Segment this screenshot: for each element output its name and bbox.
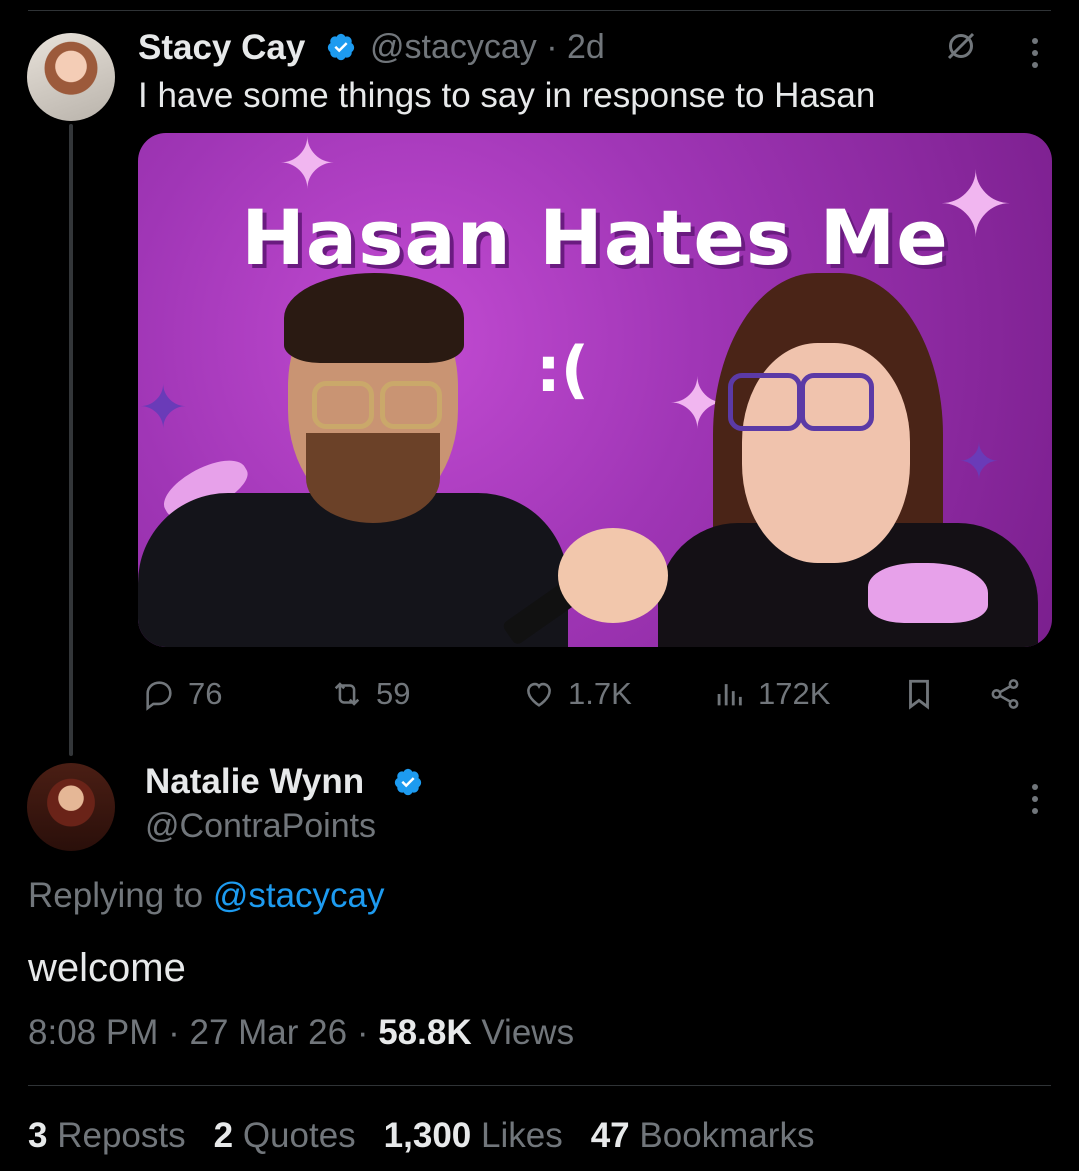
more-options-icon[interactable]: [1031, 38, 1039, 72]
top-divider: [28, 10, 1051, 11]
stats-divider: [28, 1085, 1051, 1086]
like-button[interactable]: 1.7K: [522, 674, 632, 714]
glasses: [380, 381, 442, 429]
author-name[interactable]: Stacy Cay: [138, 28, 305, 68]
likes-label: Likes: [481, 1116, 563, 1155]
timestamp[interactable]: 2d: [567, 28, 605, 66]
likes-stat[interactable]: 1,300 Likes: [384, 1116, 563, 1156]
separator-dot: ·: [546, 28, 558, 66]
reply-icon: [146, 681, 172, 711]
repost-button[interactable]: 59: [330, 674, 410, 714]
reposts-stat[interactable]: 3 Reposts: [28, 1116, 186, 1156]
quotes-stat[interactable]: 2 Quotes: [214, 1116, 356, 1156]
handle-text: @stacycay: [370, 28, 537, 66]
views-button[interactable]: 172K: [712, 674, 830, 714]
replying-prefix: Replying to: [28, 876, 213, 915]
view-count: 172K: [758, 676, 831, 711]
views-label: Views: [481, 1013, 575, 1052]
tweet-text: welcome: [28, 946, 186, 990]
person-beard: [306, 433, 440, 523]
separator-dot: ·: [356, 1013, 369, 1052]
sparkle-decoration: ✦: [138, 373, 189, 443]
replying-to-line: Replying to @stacycay: [28, 876, 385, 916]
author-handle[interactable]: @stacycay · 2d: [370, 28, 605, 67]
reposts-label: Reposts: [57, 1116, 186, 1155]
heart-icon: [527, 682, 551, 707]
grok-icon[interactable]: [943, 28, 979, 64]
quotes-count: 2: [213, 1116, 234, 1155]
tweet-text: I have some things to say in response to…: [138, 76, 876, 115]
microphone: [558, 528, 668, 623]
repost-icon: [334, 682, 360, 706]
verified-badge-icon: [327, 33, 355, 61]
tweet-meta-line: 8:08 PM · 27 Mar 26 · 58.8K Views: [28, 1013, 574, 1053]
analytics-icon: [717, 684, 742, 706]
bookmarks-label: Bookmarks: [639, 1116, 815, 1155]
avatar[interactable]: [27, 33, 115, 121]
separator-dot: ·: [168, 1013, 180, 1052]
tweet-media-image[interactable]: ✦ ✦ ✦ ✦ ✦ Hasan Hates Me :(: [138, 133, 1052, 647]
bookmarks-stat[interactable]: 47 Bookmarks: [591, 1116, 815, 1156]
more-options-icon[interactable]: [1031, 784, 1039, 818]
tweet-date[interactable]: 27 Mar 26: [189, 1013, 347, 1052]
bookmark-icon: [909, 679, 929, 710]
author-name[interactable]: Natalie Wynn: [145, 762, 364, 802]
share-button[interactable]: [988, 674, 1034, 714]
glasses: [800, 373, 874, 431]
media-title: Hasan Hates Me: [241, 193, 949, 282]
media-subtitle: :(: [536, 333, 590, 406]
glasses: [728, 373, 802, 431]
author-handle[interactable]: @ContraPoints: [145, 807, 376, 846]
engagement-stats: 3 Reposts 2 Quotes 1,300 Likes 47 Bookma…: [28, 1116, 814, 1156]
reposts-count: 3: [28, 1116, 48, 1155]
avatar[interactable]: [27, 763, 115, 851]
verified-badge-icon: [394, 768, 422, 796]
cat-silhouette: [868, 563, 988, 623]
glasses: [312, 381, 374, 429]
share-icon: [991, 679, 1019, 709]
bookmarks-count: 47: [590, 1116, 630, 1155]
tweet-time[interactable]: 8:08 PM: [28, 1013, 158, 1052]
repost-count: 59: [376, 676, 411, 711]
sparkle-decoration: ✦: [958, 433, 1000, 491]
quotes-label: Quotes: [242, 1116, 356, 1155]
like-count: 1.7K: [568, 676, 632, 711]
replying-to-handle-link[interactable]: @stacycay: [213, 876, 385, 915]
person-hair: [284, 273, 464, 363]
likes-count: 1,300: [383, 1116, 472, 1155]
reply-button[interactable]: 76: [142, 674, 222, 714]
views-count: 58.8K: [378, 1013, 472, 1052]
bookmark-button[interactable]: [902, 674, 948, 714]
thread-connector-line: [69, 124, 73, 756]
reply-count: 76: [188, 676, 223, 711]
